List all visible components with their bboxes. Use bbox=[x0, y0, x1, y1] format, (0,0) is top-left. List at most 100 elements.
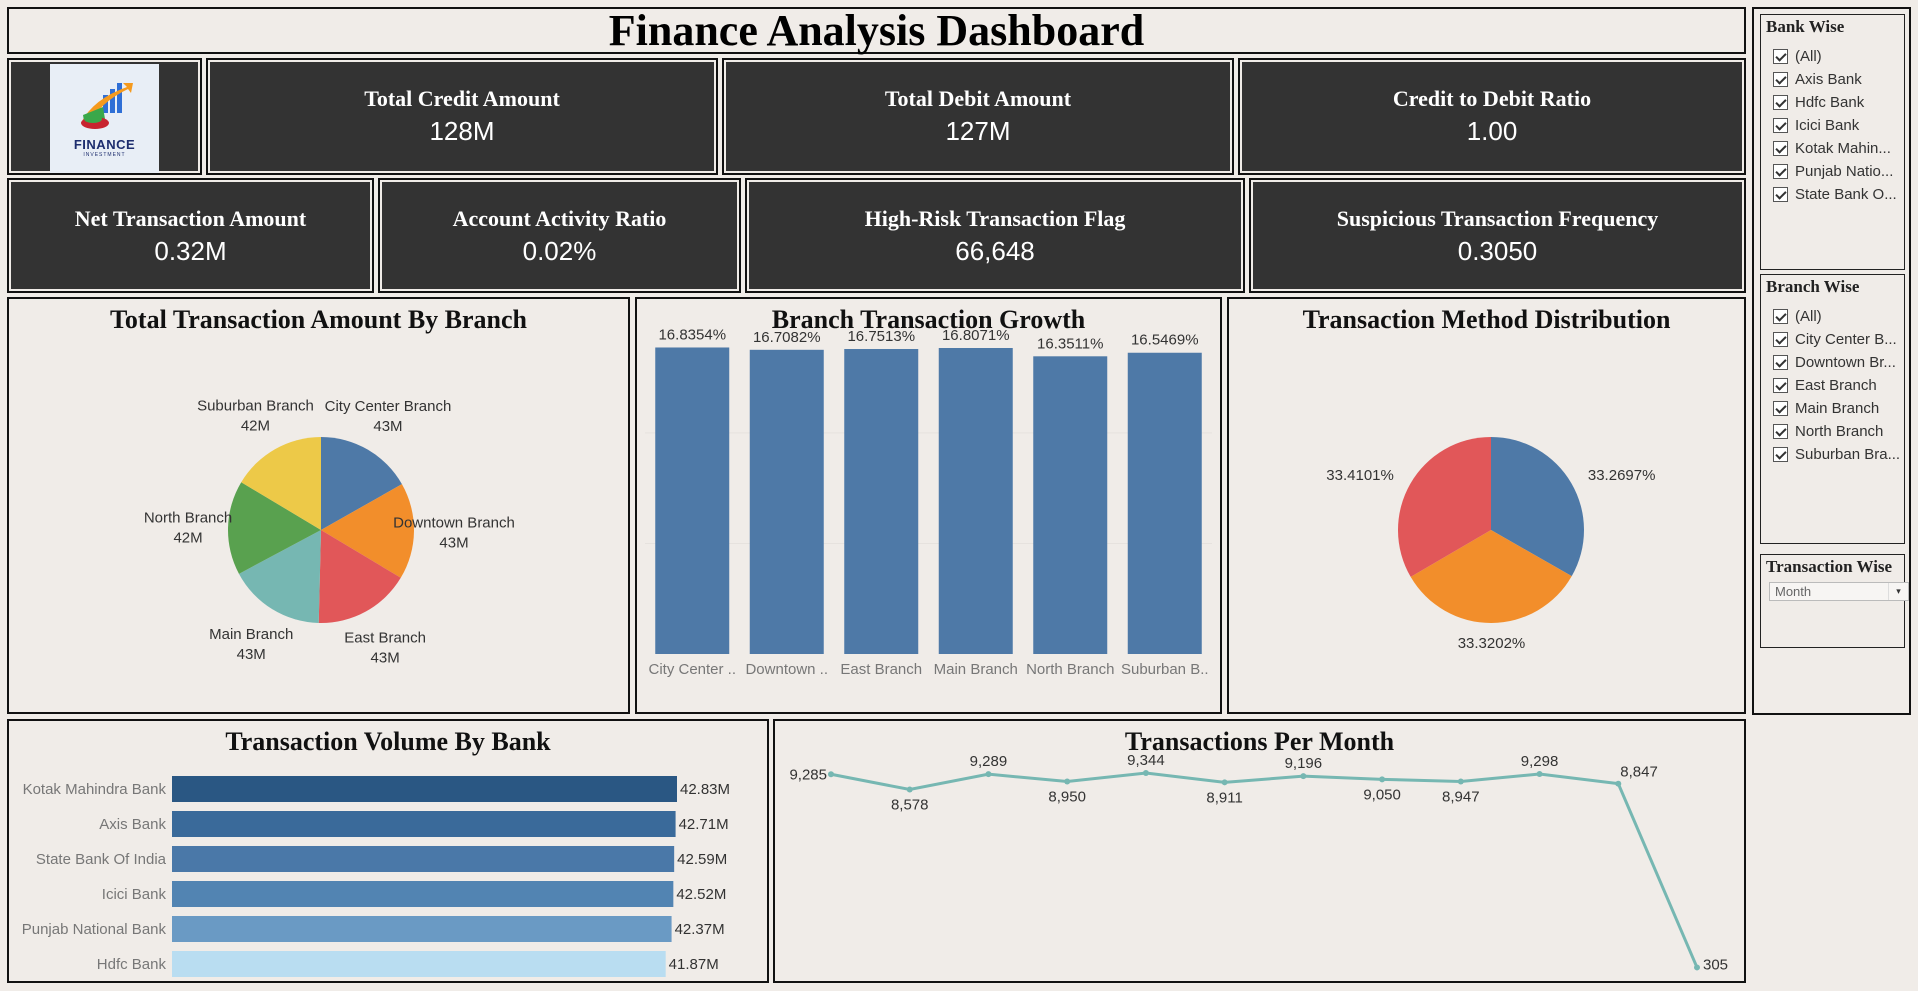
checkbox-checked-icon[interactable] bbox=[1773, 354, 1788, 370]
data-point[interactable] bbox=[1142, 770, 1149, 776]
checkbox-checked-icon[interactable] bbox=[1773, 331, 1788, 347]
data-point[interactable] bbox=[1064, 778, 1071, 785]
kpi-label: Account Activity Ratio bbox=[452, 206, 667, 231]
data-point[interactable] bbox=[1536, 770, 1543, 777]
bar[interactable] bbox=[172, 951, 666, 977]
data-point[interactable] bbox=[906, 786, 913, 793]
checkbox-checked-icon[interactable] bbox=[1773, 140, 1788, 156]
kpi-total-debit: Total Debit Amount 127M bbox=[722, 58, 1234, 175]
category-tick-label: Icici Bank bbox=[102, 886, 167, 903]
bar[interactable] bbox=[172, 916, 672, 942]
bank-checkbox-item[interactable]: Kotak Mahin... bbox=[1773, 138, 1891, 158]
pie-slice-value-label: 43M bbox=[371, 650, 400, 667]
kpi-account-activity: Account Activity Ratio 0.02% bbox=[378, 178, 741, 293]
branch-checkbox-item[interactable]: Suburban Bra... bbox=[1773, 444, 1900, 464]
checkbox-checked-icon[interactable] bbox=[1773, 117, 1788, 133]
branch-checkbox-item[interactable]: Downtown Br... bbox=[1773, 352, 1896, 372]
bank-filter: Bank Wise (All) Axis Bank Hdfc Bank Icici B… bbox=[1760, 14, 1905, 270]
checkbox-checked-icon[interactable] bbox=[1773, 377, 1788, 393]
data-point-label: 9,289 bbox=[970, 753, 1008, 770]
pie-slice-name-label: City Center Branch bbox=[325, 398, 452, 415]
data-point[interactable] bbox=[1615, 780, 1622, 787]
bar[interactable] bbox=[655, 347, 730, 654]
kpi-value: 66,648 bbox=[955, 236, 1035, 266]
data-point-label: 9,298 bbox=[1521, 753, 1559, 770]
category-tick-label: State Bank Of India bbox=[36, 851, 167, 868]
bar[interactable] bbox=[1033, 356, 1108, 654]
pie-slice-value-label: 43M bbox=[373, 418, 402, 435]
branch-checkbox-item[interactable]: North Branch bbox=[1773, 421, 1883, 441]
bar[interactable] bbox=[172, 811, 676, 837]
bar[interactable] bbox=[172, 846, 675, 872]
category-tick-label: Punjab National Bank bbox=[22, 921, 167, 938]
checkbox-checked-icon[interactable] bbox=[1773, 186, 1788, 202]
bar-value-label: 41.87M bbox=[669, 956, 719, 973]
pie-slice-value-label: 42M bbox=[241, 417, 270, 434]
finance-logo: FINANCE INVESTMENT bbox=[50, 64, 159, 173]
bar[interactable] bbox=[938, 348, 1013, 654]
data-point[interactable] bbox=[1300, 773, 1307, 780]
branch-filter: Branch Wise (All) City Center B... Downtow… bbox=[1760, 274, 1905, 544]
branch-checkbox-item[interactable]: East Branch bbox=[1773, 375, 1877, 395]
checkbox-checked-icon[interactable] bbox=[1773, 71, 1788, 87]
filter-title: Transaction Wise bbox=[1766, 557, 1893, 576]
bank-checkbox-item[interactable]: State Bank O... bbox=[1773, 184, 1897, 204]
kpi-label: High-Risk Transaction Flag bbox=[864, 206, 1126, 231]
filter-title: Bank Wise bbox=[1766, 17, 1845, 36]
checkbox-label: Main Branch bbox=[1795, 399, 1880, 417]
bank-checkbox-item[interactable]: Punjab Natio... bbox=[1773, 161, 1893, 181]
bar[interactable] bbox=[1127, 352, 1202, 654]
checkbox-checked-icon[interactable] bbox=[1773, 308, 1788, 324]
bar[interactable] bbox=[844, 349, 919, 654]
branch-checkbox-item[interactable]: City Center B... bbox=[1773, 329, 1897, 349]
pie-slice-name-label: Downtown Branch bbox=[393, 515, 515, 532]
branch-checkbox-item[interactable]: Main Branch bbox=[1773, 398, 1879, 418]
bar-value-label: 16.3511% bbox=[1037, 335, 1103, 352]
method-distribution-panel: Transaction Method Distribution 33.2697%… bbox=[1227, 297, 1746, 714]
checkbox-label: State Bank O... bbox=[1795, 185, 1897, 203]
checkbox-checked-icon[interactable] bbox=[1773, 163, 1788, 179]
data-point[interactable] bbox=[828, 771, 834, 778]
data-point[interactable] bbox=[985, 771, 992, 778]
checkbox-checked-icon[interactable] bbox=[1773, 423, 1788, 439]
bar[interactable] bbox=[749, 349, 824, 654]
data-point[interactable] bbox=[1694, 964, 1700, 971]
bar-value-label: 42.37M bbox=[675, 921, 725, 938]
checkbox-checked-icon[interactable] bbox=[1773, 48, 1788, 64]
category-tick-label: Hdfc Bank bbox=[97, 956, 167, 973]
data-point[interactable] bbox=[1379, 776, 1386, 783]
series-line bbox=[830, 771, 1699, 969]
bank-checkbox-item[interactable]: (All) bbox=[1773, 46, 1822, 66]
method-pie-chart: 33.2697% 33.3202% 33.4101% bbox=[1326, 437, 1655, 652]
bar[interactable] bbox=[172, 776, 677, 802]
bank-checkbox-item[interactable]: Axis Bank bbox=[1773, 69, 1862, 89]
checkbox-checked-icon[interactable] bbox=[1773, 94, 1788, 110]
chevron-down-icon[interactable]: ▾ bbox=[1888, 583, 1908, 600]
bank-checkbox-item[interactable]: Hdfc Bank bbox=[1773, 92, 1864, 112]
data-point-label: 8,950 bbox=[1048, 788, 1086, 805]
checkbox-label: Punjab Natio... bbox=[1795, 162, 1894, 180]
kpi-value: 127M bbox=[945, 116, 1011, 146]
bank-checkbox-item[interactable]: Icici Bank bbox=[1773, 115, 1859, 135]
data-point-label: 305 bbox=[1703, 956, 1728, 973]
kpi-label: Net Transaction Amount bbox=[74, 206, 307, 231]
category-tick-label: Suburban B.. bbox=[1121, 661, 1209, 678]
data-point[interactable] bbox=[1457, 778, 1464, 785]
category-tick-label: City Center .. bbox=[648, 661, 736, 678]
transaction-filter: Transaction Wise Month ▾ bbox=[1760, 554, 1909, 648]
finance-chart-logo-icon bbox=[80, 83, 133, 129]
checkbox-checked-icon[interactable] bbox=[1773, 446, 1788, 462]
checkbox-label: (All) bbox=[1795, 47, 1822, 65]
data-point[interactable] bbox=[1221, 779, 1228, 786]
category-tick-label: Downtown .. bbox=[745, 661, 828, 678]
kpi-label: Suspicious Transaction Frequency bbox=[1336, 206, 1659, 231]
checkbox-checked-icon[interactable] bbox=[1773, 400, 1788, 416]
transaction-period-dropdown[interactable]: Month ▾ bbox=[1769, 582, 1909, 601]
filter-sidebar: Bank Wise (All) Axis Bank Hdfc Bank Icici B… bbox=[1752, 7, 1911, 715]
bar[interactable] bbox=[172, 881, 674, 907]
kpi-suspicious-frequency: Suspicious Transaction Frequency 0.3050 bbox=[1249, 178, 1746, 293]
category-tick-label: Axis Bank bbox=[99, 816, 166, 833]
category-tick-label: Kotak Mahindra Bank bbox=[23, 781, 167, 798]
kpi-value: 1.00 bbox=[1466, 116, 1518, 146]
branch-checkbox-item[interactable]: (All) bbox=[1773, 306, 1822, 326]
